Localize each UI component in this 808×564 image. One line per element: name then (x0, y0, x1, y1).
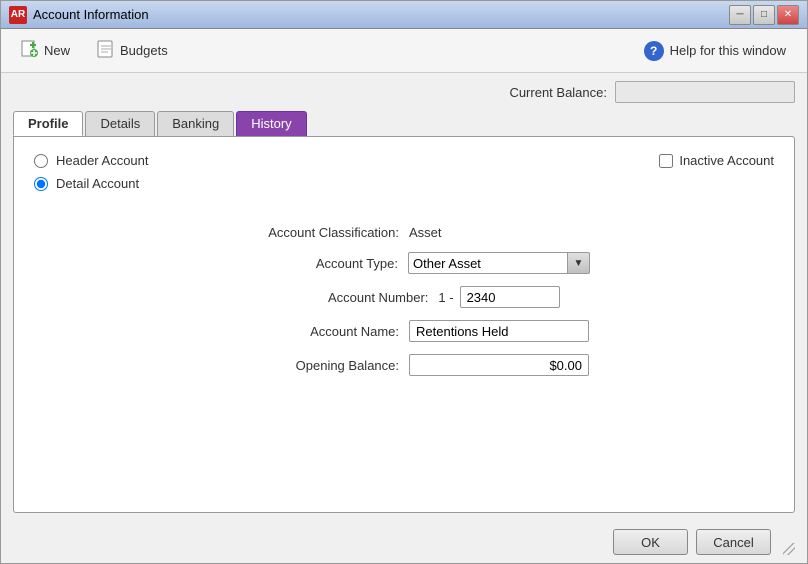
account-number-input-group: 1 - (438, 286, 559, 308)
tab-banking[interactable]: Banking (157, 111, 234, 136)
tab-profile[interactable]: Profile (13, 111, 83, 136)
app-icon: AR (9, 6, 27, 24)
account-classification-row: Account Classification: Asset (34, 225, 774, 240)
main-window: AR Account Information ─ □ ✕ New (0, 0, 808, 564)
account-number-prefix: 1 - (438, 290, 453, 305)
toolbar: New Budgets ? Help for this window (1, 29, 807, 73)
account-number-row: Account Number: 1 - (34, 286, 774, 308)
detail-account-option[interactable]: Detail Account (34, 176, 149, 191)
account-number-label: Account Number: (248, 290, 438, 305)
detail-account-radio[interactable] (34, 177, 48, 191)
account-name-label: Account Name: (219, 324, 409, 339)
account-type-row: Account Type: Other Asset Bank Credit Ca… (34, 252, 774, 274)
header-account-radio[interactable] (34, 154, 48, 168)
close-button[interactable]: ✕ (777, 5, 799, 25)
inactive-account-checkbox[interactable] (659, 154, 673, 168)
tab-panel-profile: Header Account Detail Account Inactive A… (13, 136, 795, 513)
title-bar: AR Account Information ─ □ ✕ (1, 1, 807, 29)
inactive-account-section: Inactive Account (659, 153, 774, 168)
form-section: Account Classification: Asset Account Ty… (34, 225, 774, 376)
new-label: New (44, 43, 70, 58)
help-button[interactable]: ? Help for this window (631, 36, 799, 66)
footer: OK Cancel (1, 521, 807, 563)
budgets-icon (96, 39, 116, 62)
account-classification-value: Asset (409, 225, 589, 240)
ok-button[interactable]: OK (613, 529, 688, 555)
window-title: Account Information (33, 7, 729, 22)
account-type-select-wrapper: Other Asset Bank Credit Card Other Curre… (408, 252, 590, 274)
account-type-label: Account Type: (218, 256, 408, 271)
maximize-button[interactable]: □ (753, 5, 775, 25)
window-controls: ─ □ ✕ (729, 5, 799, 25)
cancel-button[interactable]: Cancel (696, 529, 771, 555)
tabs-container: Profile Details Banking History (13, 111, 795, 136)
tab-history[interactable]: History (236, 111, 306, 136)
account-name-row: Account Name: (34, 320, 774, 342)
account-type-select[interactable]: Other Asset Bank Credit Card Other Curre… (408, 252, 568, 274)
budgets-label: Budgets (120, 43, 168, 58)
opening-balance-label: Opening Balance: (219, 358, 409, 373)
help-label: Help for this window (670, 43, 786, 58)
new-icon (20, 39, 40, 62)
balance-row: Current Balance: (13, 81, 795, 103)
account-type-radio-group: Header Account Detail Account (34, 153, 149, 191)
header-account-option[interactable]: Header Account (34, 153, 149, 168)
opening-balance-row: Opening Balance: (34, 354, 774, 376)
account-number-input[interactable] (460, 286, 560, 308)
budgets-button[interactable]: Budgets (85, 34, 179, 67)
tab-details[interactable]: Details (85, 111, 155, 136)
help-icon: ? (644, 41, 664, 61)
account-type-dropdown-btn[interactable]: ▼ (568, 252, 590, 274)
detail-account-label: Detail Account (56, 176, 139, 191)
minimize-button[interactable]: ─ (729, 5, 751, 25)
opening-balance-input[interactable] (409, 354, 589, 376)
current-balance-label: Current Balance: (509, 85, 607, 100)
header-account-label: Header Account (56, 153, 149, 168)
resize-handle[interactable] (783, 543, 795, 555)
current-balance-field (615, 81, 795, 103)
inactive-account-label: Inactive Account (679, 153, 774, 168)
new-button[interactable]: New (9, 34, 81, 67)
content-area: Current Balance: Profile Details Banking… (1, 73, 807, 521)
account-name-input[interactable] (409, 320, 589, 342)
account-classification-label: Account Classification: (219, 225, 409, 240)
